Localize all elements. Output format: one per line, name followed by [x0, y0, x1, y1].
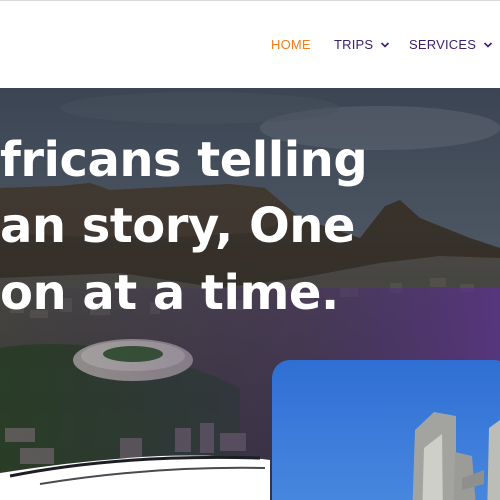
- hero-banner: fricans telling an story, One on at a ti…: [0, 88, 500, 500]
- nav-services-link[interactable]: SERVICES: [409, 37, 493, 52]
- feature-photo-card: [272, 360, 500, 500]
- nav-services-label: SERVICES: [409, 37, 477, 52]
- monument-photo: [272, 360, 500, 500]
- chevron-down-icon: [381, 41, 390, 48]
- nav-trips-link[interactable]: TRIPS: [334, 37, 390, 52]
- top-navbar: HOME TRIPS SERVICES: [0, 0, 500, 88]
- hero-headline-line-2: an story, One: [0, 198, 355, 254]
- chevron-down-icon: [484, 41, 493, 48]
- nav-trips-label: TRIPS: [334, 37, 374, 52]
- hero-headline-line-3: on at a time.: [0, 265, 339, 321]
- nav-home-link[interactable]: HOME: [271, 37, 311, 52]
- hero-headline-line-1: fricans telling: [0, 132, 368, 188]
